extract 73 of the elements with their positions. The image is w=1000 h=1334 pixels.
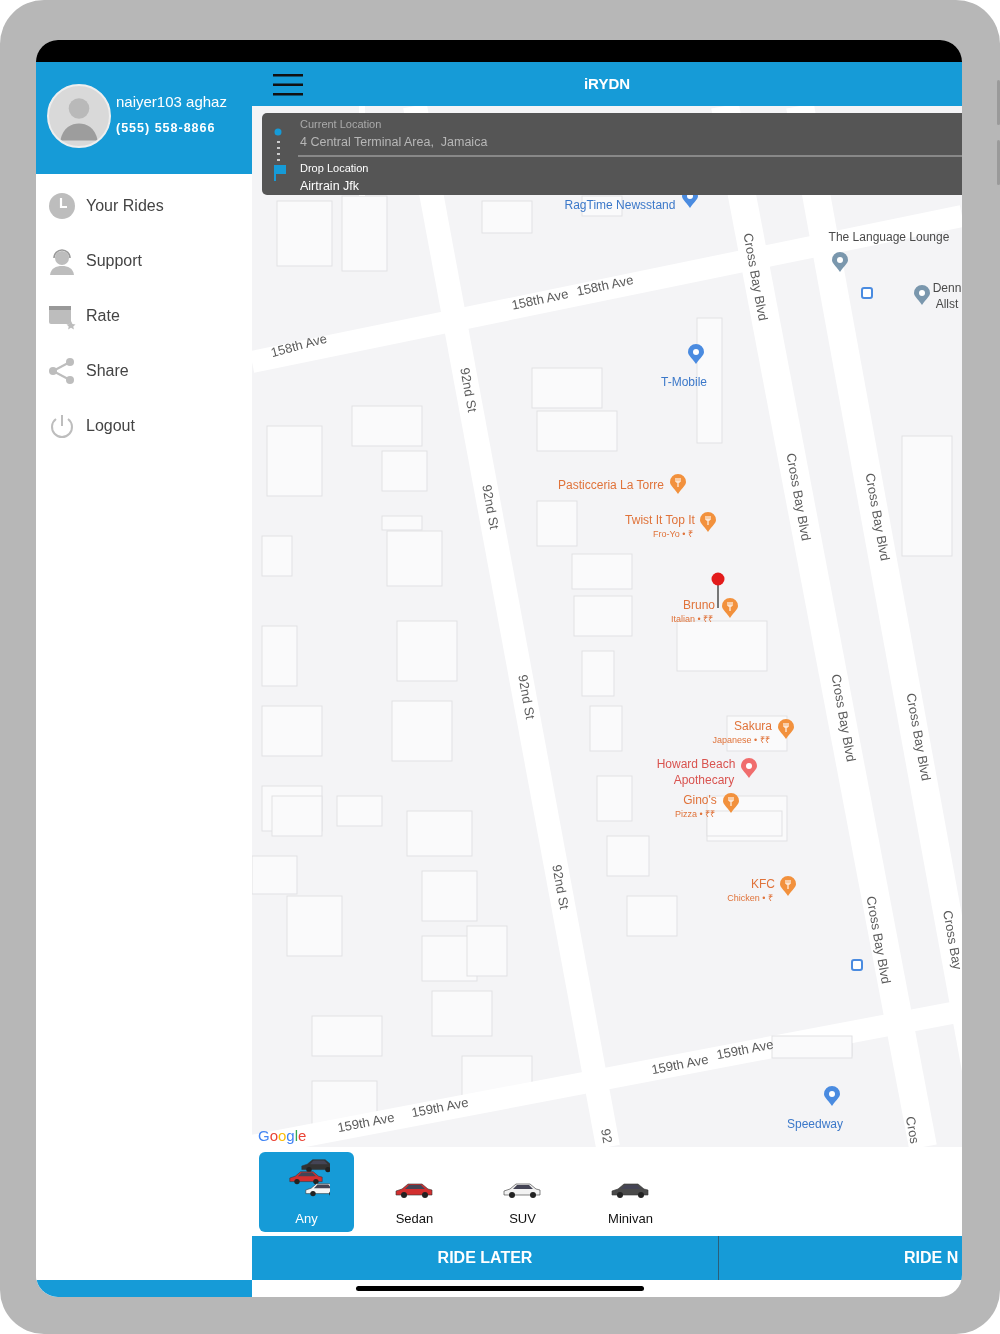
map-logo: Google — [258, 1126, 307, 1146]
street-label: 92nd St — [515, 673, 537, 721]
restaurant-pin-icon — [723, 793, 739, 813]
street-label: 158th Ave — [510, 287, 570, 313]
street-label: Cros — [902, 1115, 922, 1145]
street-label: 92nd St — [479, 483, 501, 531]
street-label: Cross Bay Blvd — [828, 673, 858, 763]
menu-item[interactable]: Your Rides — [36, 178, 252, 233]
restaurant-detail: Pizza • ₹₹ — [674, 810, 716, 820]
pickup-address: 4 Central Terminal Area, Jamaica — [300, 133, 489, 151]
street-label: 92nd St — [457, 366, 479, 414]
restaurant-pin-icon — [700, 512, 716, 532]
restaurant-detail: Chicken • ₹ — [727, 894, 773, 904]
car-type-tab[interactable]: SUV — [475, 1151, 570, 1232]
bus-stop-icon — [861, 287, 873, 299]
place-label: Denn — [932, 282, 962, 296]
car-type-tab[interactable]: Minivan — [583, 1151, 678, 1232]
restaurant-label: KFC — [751, 878, 775, 892]
restaurant-detail: Italian • ₹₹ — [670, 615, 714, 625]
restaurant-detail: Japanese • ₹₹ — [712, 736, 770, 746]
menu-button[interactable] — [273, 72, 303, 96]
street-label: 92nd St — [549, 863, 571, 911]
headset-person-icon — [48, 246, 76, 275]
street-label: 92 — [597, 1127, 615, 1145]
restaurant-pin-icon — [780, 876, 796, 896]
restaurant-pin-icon — [778, 719, 794, 739]
street-label: 159th Ave — [650, 1052, 710, 1078]
drop-address: Airtrain Jfk — [300, 177, 361, 195]
street-label: 159th Ave — [715, 1037, 775, 1063]
app-title: iRYDN — [583, 74, 631, 92]
clock-icon — [48, 191, 76, 220]
place-label: Allst — [935, 298, 959, 312]
place-label: Speedway — [787, 1118, 843, 1132]
place-label: The Language Lounge — [828, 231, 950, 245]
user-name: naiyer103 aghaz — [116, 92, 227, 112]
map-pin-icon — [832, 252, 848, 272]
restaurant-label: Twist It Top It — [625, 514, 695, 528]
restaurant-detail: Fro-Yo • ₹ — [653, 530, 693, 540]
restaurant-label: Pasticceria La Torre — [558, 479, 664, 493]
user-phone: (555) 558-8866 — [116, 119, 217, 137]
bus-stop-icon — [851, 959, 863, 971]
field-label: Current Location — [300, 117, 383, 132]
street-label: 159th Ave — [336, 1110, 396, 1136]
street-label: Cross Bay Blvd — [862, 472, 892, 562]
map-pin-icon — [824, 1086, 840, 1106]
restaurant-label: Gino's — [683, 794, 717, 808]
street-label: 159th Ave — [410, 1095, 470, 1121]
restaurant-label: Sakura — [734, 720, 772, 734]
route-dots-flag-icon — [273, 127, 287, 181]
street-label: Cross Bay Blvd — [783, 452, 813, 542]
street-label: 158th Ave — [575, 273, 635, 299]
menu-item[interactable]: Share — [36, 343, 252, 398]
street-label: Cross Bay Blvd — [903, 692, 933, 782]
street-label: Cross Bay Blvd — [740, 232, 770, 322]
field-label: Drop Location — [300, 161, 370, 177]
street-label: Cross Bay Blvd — [863, 895, 893, 985]
menu-item[interactable]: Rate — [36, 288, 252, 343]
restaurant-pin-icon — [670, 474, 686, 494]
menu-item[interactable]: Support — [36, 233, 252, 288]
menu-item[interactable]: Logout — [36, 398, 252, 453]
restaurant-label: Bruno — [683, 599, 715, 613]
street-label: Cross Bay — [939, 909, 962, 971]
map-pin-icon — [741, 758, 757, 778]
restaurant-pin-icon — [722, 598, 738, 618]
place-label: T-Mobile — [661, 376, 707, 390]
share-icon — [48, 356, 76, 385]
place-label: RagTime Newsstand — [564, 199, 676, 213]
shop-label: Apothecary — [673, 774, 735, 788]
shop-label: Howard Beach — [656, 758, 736, 772]
car-type-tab[interactable]: Sedan — [367, 1151, 462, 1232]
map-pin-icon — [688, 344, 704, 364]
map-pin-icon — [914, 285, 930, 305]
street-label: 158th Ave — [269, 331, 329, 361]
